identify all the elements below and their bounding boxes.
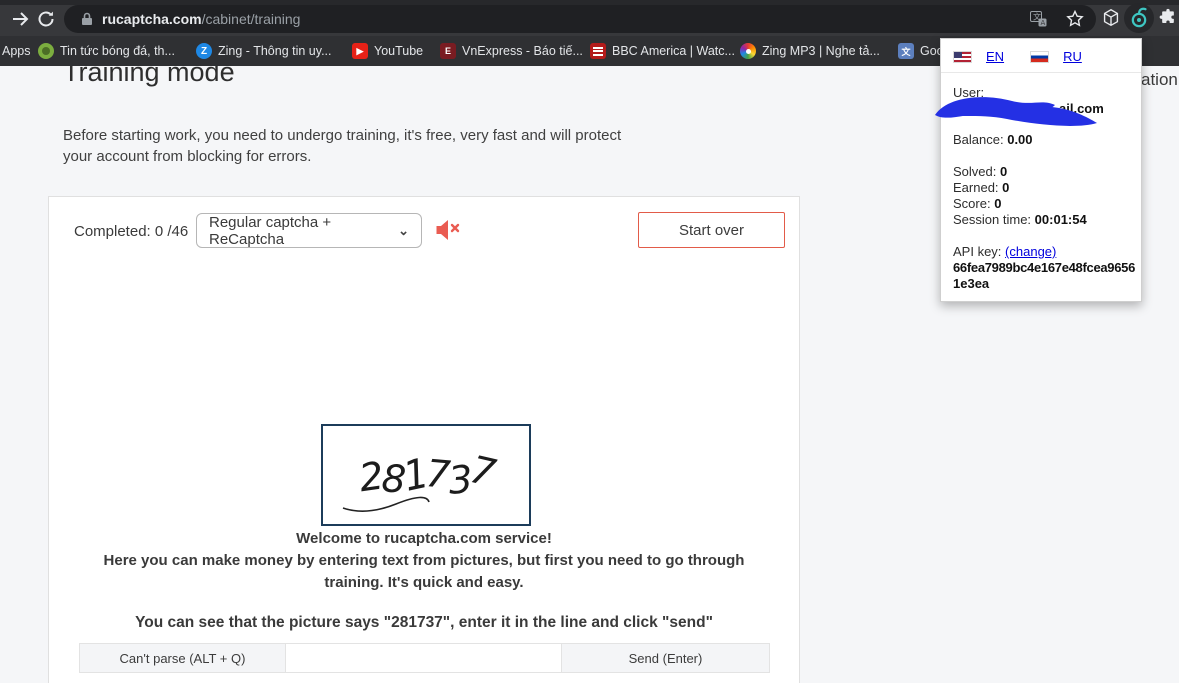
cant-parse-button[interactable]: Can't parse (ALT + Q) [80,644,286,672]
api-key-line: API key: (change) [953,244,1056,259]
training-card: Completed: 0 /46 Regular captcha + ReCap… [48,196,800,683]
captcha-type-selected: Regular captcha + ReCaptcha [209,213,332,248]
score-label: Score: [953,196,991,211]
api-key-value-line2: 1e3ea [953,276,990,291]
completed-counter: Completed: 0 /46 [74,223,189,240]
language-switcher: EN RU [953,49,1100,64]
bookmark-zing[interactable]: Zing - Thông tin uy... [218,44,331,58]
reload-icon[interactable] [36,9,56,29]
intro-line-1: Before starting work, you need to underg… [63,127,622,144]
page-title: Training mode [63,66,235,87]
captcha-type-select[interactable]: Regular captcha + ReCaptcha ⌄ [196,213,422,248]
chevron-down-icon: ⌄ [398,222,409,238]
mute-sound-icon[interactable] [435,218,463,244]
earned-value: 0 [1002,180,1010,195]
send-button[interactable]: Send (Enter) [561,644,769,672]
score-line: Score: 0 [953,196,1001,211]
api-key-label: API key: [953,244,1002,259]
forward-icon[interactable] [10,9,30,29]
earned-label: Earned: [953,180,999,195]
extensions-puzzle-icon[interactable] [1158,8,1178,28]
address-bar[interactable]: rucaptcha.com/cabinet/training 文 A [64,5,1096,33]
answer-input-cell [286,644,561,672]
url-text: rucaptcha.com/cabinet/training [102,11,300,27]
captcha-image: 281737 [321,424,531,526]
translate-icon[interactable]: 文 A [1030,11,1047,27]
svg-text:A: A [1041,19,1046,27]
rucaptcha-glyph [1131,7,1147,28]
zing-favicon: Z [196,43,212,59]
welcome-line-2: Here you can make money by entering text… [103,552,745,569]
session-time-label: Session time: [953,212,1032,227]
youtube-favicon: ▶ [352,43,368,59]
bookmark-star-icon[interactable] [1066,10,1084,28]
url-path: /cabinet/training [201,11,301,27]
welcome-line-1: Welcome to rucaptcha.com service! [296,530,552,547]
bbc-america-favicon [590,43,606,59]
bongda-favicon [38,43,54,59]
bookmark-bbc-america[interactable]: BBC America | Watc... [612,44,735,58]
email-redaction-scribble [935,97,1097,126]
lang-ru-link[interactable]: RU [1063,49,1082,64]
bookmark-vnexpress[interactable]: VnExpress - Báo tiế... [462,44,583,58]
us-flag-icon [953,50,972,63]
intro-text: Before starting work, you need to underg… [63,125,621,167]
lang-en-link[interactable]: EN [986,49,1004,64]
popup-divider [941,72,1141,73]
instruction-line: You can see that the picture says "28173… [135,614,713,631]
zingmp3-favicon [740,43,756,59]
captcha-digits: 281737 [356,447,499,503]
solved-line: Solved: 0 [953,164,1007,179]
cube-extension-icon[interactable] [1100,7,1122,29]
welcome-line-3: training. It's quick and easy. [324,574,524,591]
lock-icon [82,12,92,25]
captcha-scribble-flourish [342,496,430,512]
ru-flag-icon [1030,50,1050,63]
bookmark-zingmp3[interactable]: Zing MP3 | Nghe tả... [762,44,880,58]
rucaptcha-popup: EN RU User: ail.com Balance: 0.00 Solved… [935,38,1142,302]
browser-window: rucaptcha.com/cabinet/training 文 A Apps … [0,0,1179,683]
score-value: 0 [994,196,1002,211]
apps-shortcut[interactable]: Apps [2,44,31,58]
solved-value: 0 [1000,164,1008,179]
api-key-change-link[interactable]: (change) [1005,244,1056,259]
bookmark-youtube[interactable]: YouTube [374,44,423,58]
browser-toolbar: rucaptcha.com/cabinet/training 文 A [0,0,1179,36]
vnexpress-favicon: E [440,43,456,59]
earned-line: Earned: 0 [953,180,1009,195]
rucaptcha-extension-icon[interactable] [1124,3,1154,33]
captcha-answer-input[interactable] [286,644,561,672]
api-key-value-line1: 66fea7989bc4e167e48fcea9656 [953,260,1136,275]
session-time-line: Session time: 00:01:54 [953,212,1087,227]
start-over-button[interactable]: Start over [638,212,785,248]
google-translate-favicon: 文 [898,43,914,59]
intro-line-2: your account from blocking for errors. [63,148,312,165]
bookmark-bongda[interactable]: Tin tức bóng đá, th... [60,44,175,58]
answer-row: Can't parse (ALT + Q) Send (Enter) [79,643,770,673]
url-host: rucaptcha.com [102,11,202,27]
partial-heading-right: ation: [1141,70,1179,89]
solved-label: Solved: [953,164,997,179]
session-time-value: 00:01:54 [1034,212,1087,227]
